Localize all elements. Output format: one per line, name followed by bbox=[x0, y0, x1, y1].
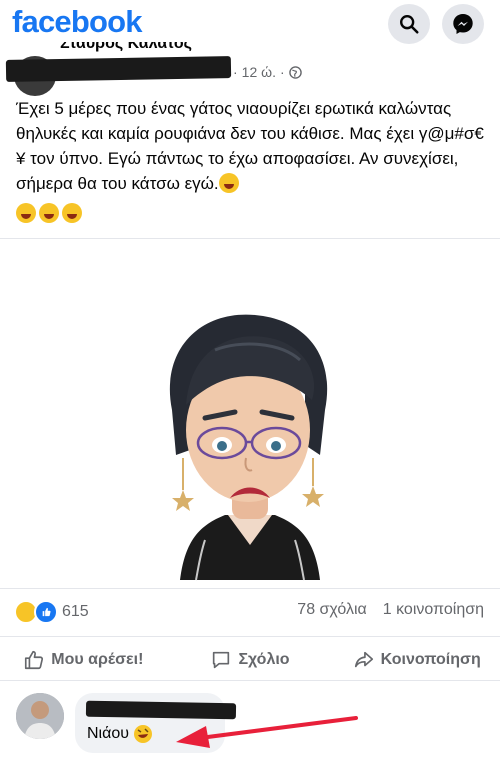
laughing-emoji-icon bbox=[39, 203, 59, 223]
messenger-icon bbox=[453, 14, 473, 34]
comment-button[interactable]: Σχόλιο bbox=[167, 645, 334, 675]
laughing-emoji-icon bbox=[16, 203, 36, 223]
sad-avatar-illustration bbox=[169, 314, 328, 581]
reaction-summary[interactable]: 615 bbox=[14, 600, 89, 624]
thumbs-up-icon bbox=[25, 650, 44, 670]
laughing-emoji-icon bbox=[62, 203, 82, 223]
red-arrow-annotation bbox=[176, 716, 358, 748]
divider bbox=[0, 588, 500, 589]
engagement-counts: 78 σχόλια 1 κοινοποίηση bbox=[297, 601, 484, 619]
like-reaction-icon bbox=[34, 600, 58, 624]
like-label: Μου αρέσει! bbox=[51, 651, 144, 668]
share-label: Κοινοποίηση bbox=[380, 651, 481, 668]
laughing-emoji-icon bbox=[218, 173, 239, 193]
globe-icon bbox=[288, 65, 302, 79]
post-text: Έχει 5 μέρες που ένας γάτος νιαουρίζει ε… bbox=[16, 99, 484, 193]
divider bbox=[0, 238, 500, 239]
messenger-button[interactable] bbox=[442, 4, 484, 44]
rofl-emoji-icon bbox=[134, 725, 153, 743]
share-arrow-icon bbox=[354, 651, 373, 668]
search-button[interactable] bbox=[388, 4, 430, 44]
meta-dot: · bbox=[233, 64, 238, 80]
divider bbox=[0, 636, 500, 637]
divider bbox=[0, 680, 500, 681]
commenter-avatar[interactable] bbox=[16, 693, 64, 739]
share-button[interactable]: Κοινοποίηση bbox=[333, 645, 500, 675]
meta-dot: · bbox=[279, 64, 285, 80]
top-bar: facebook bbox=[0, 0, 500, 48]
post-meta: · 12 ώ. · bbox=[233, 64, 302, 80]
comments-count[interactable]: 78 σχόλια bbox=[297, 601, 366, 619]
shares-count[interactable]: 1 κοινοποίηση bbox=[383, 601, 484, 619]
post-time[interactable]: 12 ώ. bbox=[242, 64, 276, 80]
search-icon bbox=[400, 15, 419, 34]
post-image[interactable] bbox=[0, 240, 500, 590]
author-name-cut[interactable]: Σταύρος Καλάτος bbox=[60, 42, 290, 55]
post-actions: Μου αρέσει! Σχόλιο Κοινοποίηση bbox=[0, 645, 500, 675]
redaction-scribble bbox=[5, 56, 232, 82]
comment-icon bbox=[213, 651, 230, 669]
comment-text: Νιάου bbox=[87, 724, 153, 744]
reaction-count: 615 bbox=[62, 603, 89, 620]
emoji-row bbox=[16, 203, 82, 223]
facebook-logo[interactable]: facebook bbox=[12, 4, 143, 40]
comment-label: Σχόλιο bbox=[238, 651, 290, 668]
like-button[interactable]: Μου αρέσει! bbox=[0, 645, 167, 675]
